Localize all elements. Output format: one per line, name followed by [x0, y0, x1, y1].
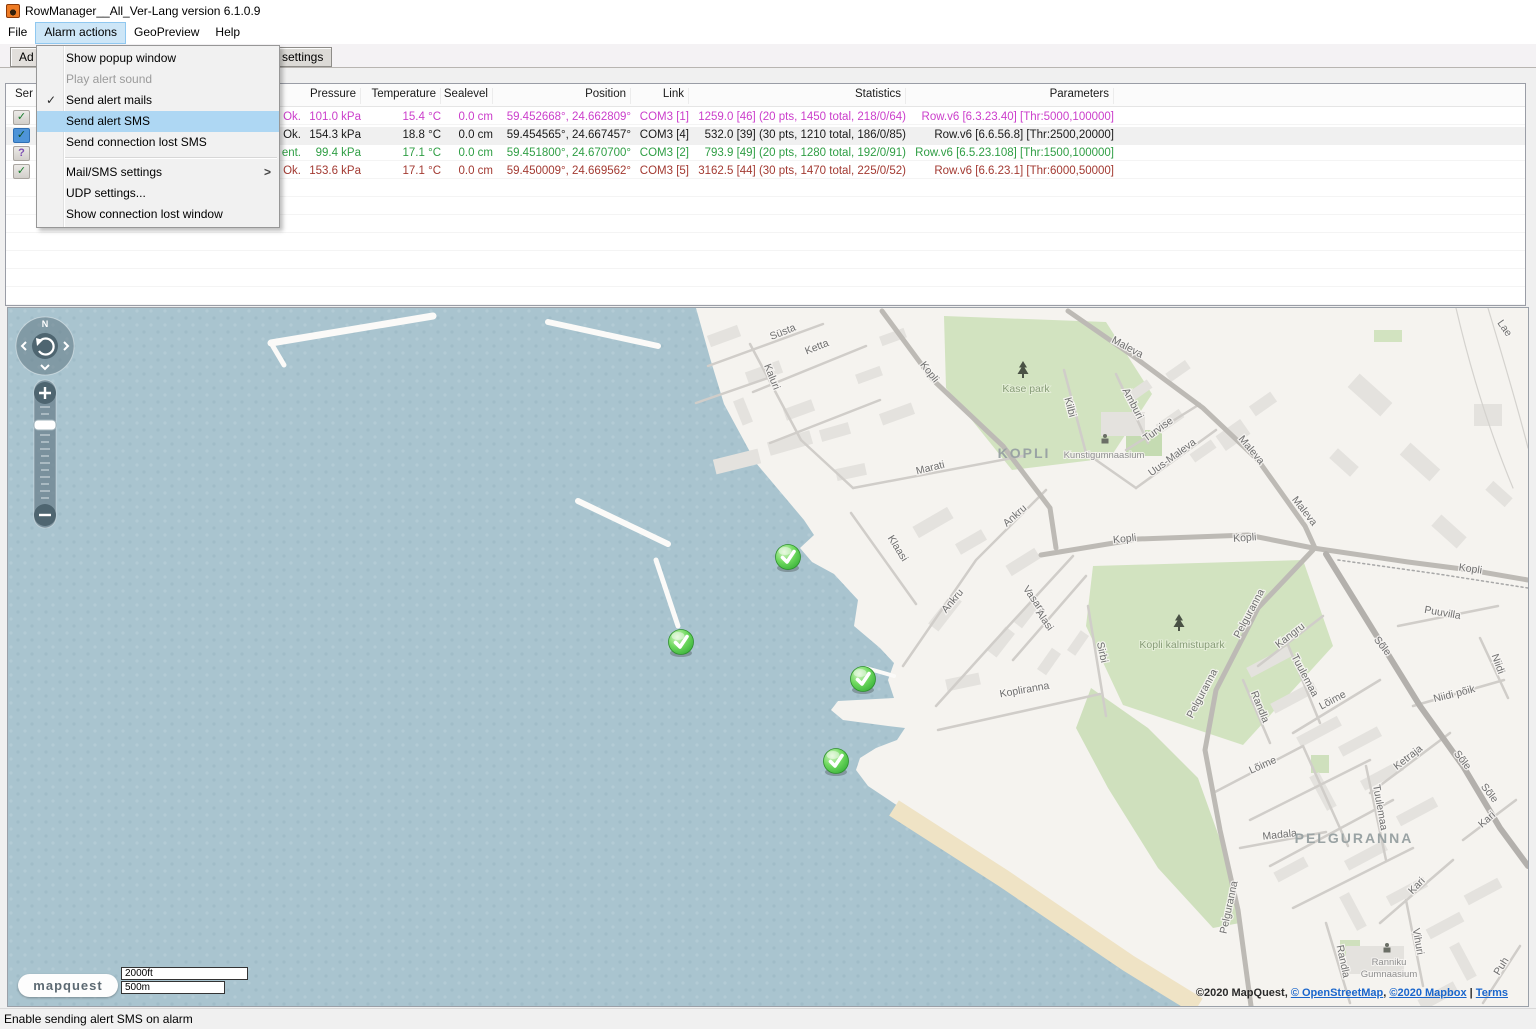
cell-position: 59.452668°, 24.662809° [481, 111, 631, 123]
menu-item-label: Show connection lost window [66, 207, 223, 221]
menu-item-label: Send connection lost SMS [66, 135, 207, 149]
row-status-question-icon[interactable]: ? [13, 146, 30, 161]
sensor-marker-ok[interactable] [851, 667, 876, 695]
zoom-slider-handle[interactable] [34, 420, 56, 430]
cell-position: 59.451800°, 24.670700° [481, 147, 631, 159]
menu-item-label: Send alert SMS [66, 114, 150, 128]
column-header-position[interactable]: Position [481, 88, 631, 104]
menubar-item-alarm-actions[interactable]: Alarm actions [35, 22, 126, 44]
menu-item-label: Mail/SMS settings [66, 165, 162, 179]
attribution-link[interactable]: Terms [1476, 987, 1508, 999]
window-title: RowManager__All_Ver-Lang version 6.1.0.9 [25, 4, 260, 18]
cell-statistics: 793.9 [49] (20 pts, 1280 total, 192/0/91… [676, 147, 906, 159]
column-header-pressure[interactable]: Pressure [281, 88, 361, 104]
cell-pressure: 99.4 kPa [281, 147, 361, 159]
cell-parameters: Row.v6 [6.6.23.1] [Thr:6000,50000] [879, 165, 1114, 177]
map-canvas[interactable]: SüstaKettaKaluriMaratiKopliKilbiAmburiTu… [8, 308, 1528, 1006]
menu-bar: FileAlarm actionsGeoPreviewHelp [0, 22, 1536, 44]
poi-label: Kunstigumnaasium [1064, 450, 1145, 461]
scale-bar-metric: 500m [121, 981, 225, 994]
cell-statistics: 1259.0 [46] (20 pts, 1450 total, 218/0/6… [676, 111, 906, 123]
row-status-check-icon[interactable]: ✓ [13, 128, 30, 143]
cell-position: 59.454565°, 24.667457° [481, 129, 631, 141]
menu-item-mail-sms-settings[interactable]: Mail/SMS settings > [37, 162, 279, 183]
menu-item-show-popup-window[interactable]: Show popup window [37, 48, 279, 69]
attribution-link[interactable]: ©2020 Mapbox [1389, 987, 1466, 999]
street-label: Kopli [1233, 531, 1257, 545]
menu-item-label: UDP settings... [66, 186, 146, 200]
menu-item-label: Play alert sound [66, 72, 152, 86]
cell-statistics: 532.0 [39] (30 pts, 1210 total, 186/0/85… [676, 129, 906, 141]
place-label: KOPLI [998, 445, 1051, 461]
menu-item-send-alert-mails[interactable]: ✓ Send alert mails [37, 90, 279, 111]
sensor-marker-ok[interactable] [776, 545, 801, 573]
attribution-text: | [1467, 987, 1476, 999]
sensor-marker-ok[interactable] [824, 749, 849, 777]
cell-pressure: 153.6 kPa [281, 165, 361, 177]
cell-temperature: 15.4 °C [351, 111, 441, 123]
cell-temperature: 17.1 °C [351, 165, 441, 177]
status-bar: Enable sending alert SMS on alarm [0, 1008, 1536, 1029]
map-attribution: ©2020 MapQuest, © OpenStreetMap, ©2020 M… [1196, 987, 1508, 999]
cell-parameters: Row.v6 [6.3.23.40] [Thr:5000,100000] [879, 111, 1114, 123]
poi-label: Gumnaasium [1361, 969, 1418, 980]
zoom-slider-control[interactable] [34, 380, 56, 528]
svg-text:N: N [42, 319, 49, 329]
menu-separator [65, 157, 277, 158]
mapquest-logo: mapquest [18, 974, 118, 997]
app-window: RowManager__All_Ver-Lang version 6.1.0.9… [0, 0, 1536, 1029]
alarm-actions-menu: Show popup window Play alert sound ✓ Send a… [36, 45, 280, 228]
menu-item-udp-settings[interactable]: UDP settings... [37, 183, 279, 204]
menubar-item-geopreview[interactable]: GeoPreview [126, 22, 207, 44]
compass-control[interactable]: N [16, 317, 74, 375]
row-status-check-icon[interactable]: ✓ [13, 110, 30, 125]
menu-item-label: Show popup window [66, 51, 176, 65]
cell-temperature: 18.8 °C [351, 129, 441, 141]
cell-temperature: 17.1 °C [351, 147, 441, 159]
cell-parameters: Row.v6 [6.6.56.8] [Thr:2500,20000] [879, 129, 1114, 141]
menubar-item-help[interactable]: Help [207, 22, 248, 44]
cell-pressure: 101.0 kPa [281, 111, 361, 123]
park-label: Kopli kalmistupark [1139, 639, 1225, 651]
menu-item-send-connection-lost-sms[interactable]: Send connection lost SMS [37, 132, 279, 153]
menu-item-play-alert-sound: Play alert sound [37, 69, 279, 90]
menu-item-send-alert-sms[interactable]: Send alert SMS [37, 111, 279, 132]
column-header-temperature[interactable]: Temperature [351, 88, 441, 104]
sensor-marker-ok[interactable] [669, 630, 694, 658]
place-label: PELGURANNA [1295, 830, 1414, 846]
submenu-arrow-icon: > [264, 162, 271, 183]
scale-bar-imperial: 2000ft [121, 967, 248, 980]
column-header-statistics[interactable]: Statistics [676, 88, 906, 104]
check-icon: ✓ [44, 90, 58, 111]
attribution-text: ©2020 MapQuest, [1196, 987, 1291, 999]
map-view[interactable]: SüstaKettaKaluriMaratiKopliKilbiAmburiTu… [7, 307, 1529, 1007]
app-icon [6, 4, 20, 18]
cell-position: 59.450009°, 24.669562° [481, 165, 631, 177]
cell-statistics: 3162.5 [44] (30 pts, 1470 total, 225/0/5… [676, 165, 906, 177]
title-bar: RowManager__All_Ver-Lang version 6.1.0.9 [0, 0, 1536, 22]
menu-item-label: Send alert mails [66, 93, 152, 107]
cell-parameters: Row.v6 [6.5.23.108] [Thr:1500,100000] [879, 147, 1114, 159]
cell-pressure: 154.3 kPa [281, 129, 361, 141]
row-status-check-icon[interactable]: ✓ [13, 164, 30, 179]
menubar-item-file[interactable]: File [0, 22, 35, 44]
street-label: Kopli [1112, 532, 1136, 546]
poi-label: Ranniku [1372, 957, 1407, 968]
column-header-parameters[interactable]: Parameters [879, 88, 1114, 104]
attribution-link[interactable]: © OpenStreetMap [1291, 987, 1383, 999]
park-label: Kase park [1002, 383, 1050, 395]
menu-item-show-connection-lost-window[interactable]: Show connection lost window [37, 204, 279, 225]
